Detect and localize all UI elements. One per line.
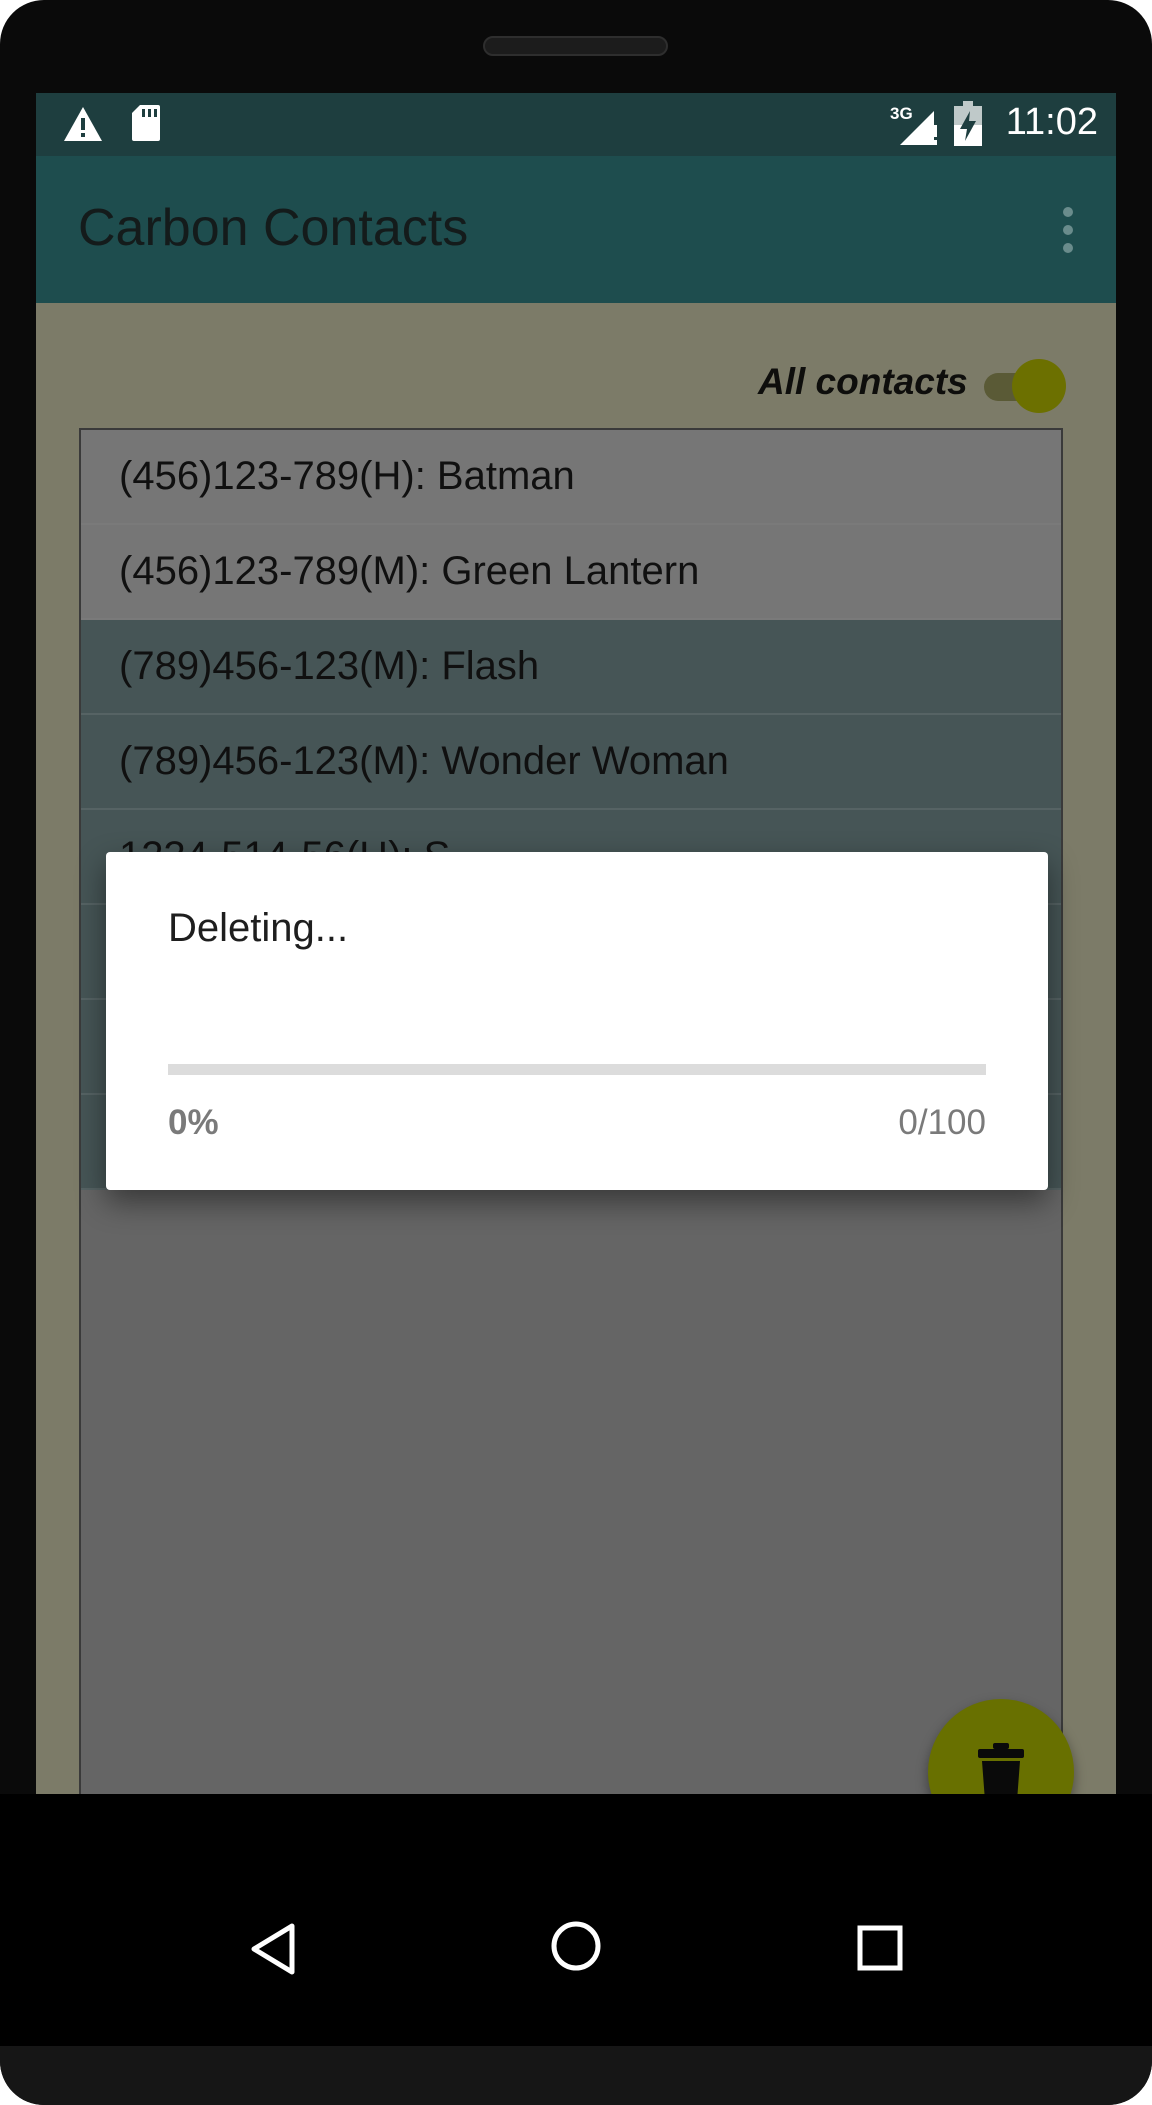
contact-row[interactable]: (789)456-123(M): Wonder Woman: [81, 715, 1061, 810]
all-contacts-label: All contacts: [758, 361, 968, 402]
progress-bar: [168, 1064, 986, 1075]
bottom-bezel: [0, 2046, 1152, 2105]
home-icon[interactable]: [550, 1920, 602, 1977]
contact-row[interactable]: (456)123-789(M): Green Lantern: [81, 525, 1061, 620]
app-title: Carbon Contacts: [78, 199, 469, 257]
dialog-title: Deleting...: [168, 906, 349, 950]
more-vert-icon[interactable]: [1060, 206, 1076, 259]
recents-icon[interactable]: [856, 1924, 904, 1977]
screen: 3G 11:02 Carbon Contacts All contacts (4…: [36, 93, 1116, 1887]
progress-count: 0/100: [898, 1103, 986, 1142]
phone-speaker: [483, 36, 668, 56]
contact-row[interactable]: (789)456-123(M): Flash: [81, 620, 1061, 715]
status-time: 11:02: [1005, 101, 1098, 143]
contact-row[interactable]: (456)123-789(H): Batman: [81, 430, 1061, 525]
phone-frame: 3G 11:02 Carbon Contacts All contacts (4…: [0, 0, 1152, 2105]
status-bar: 3G 11:02: [36, 93, 1116, 156]
signal-3g-icon: 3G: [890, 103, 940, 152]
progress-dialog: Deleting... 0% 0/100: [106, 852, 1048, 1190]
sd-card-icon: [130, 103, 162, 148]
app-bar: Carbon Contacts: [36, 156, 1116, 303]
alert-icon: [62, 105, 104, 148]
battery-charging-icon: [954, 101, 982, 152]
all-contacts-toggle[interactable]: [1012, 359, 1066, 413]
svg-text:3G: 3G: [890, 104, 913, 123]
progress-percent: 0%: [168, 1103, 219, 1142]
navigation-bar: [0, 1794, 1152, 2046]
back-icon[interactable]: [248, 1922, 298, 1981]
